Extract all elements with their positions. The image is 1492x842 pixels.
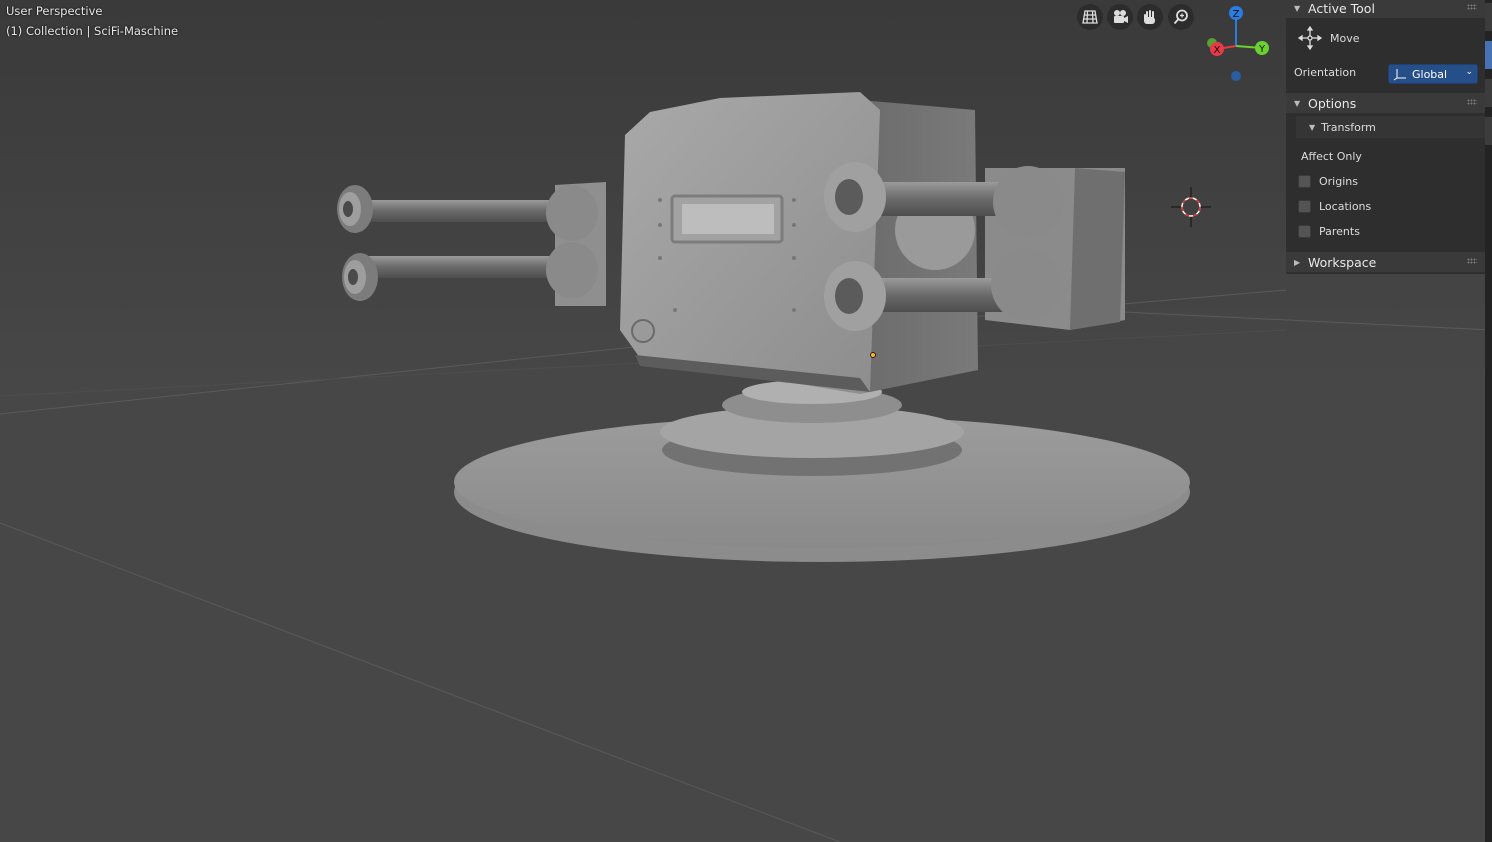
hand-icon	[1144, 10, 1155, 24]
parents-checkbox[interactable]	[1298, 225, 1311, 238]
parents-label: Parents	[1319, 225, 1360, 238]
camera-icon	[1114, 10, 1128, 23]
drag-grip-icon[interactable]	[1467, 4, 1477, 10]
drag-grip-icon[interactable]	[1467, 258, 1477, 264]
options-header[interactable]: ▼ Options	[1286, 93, 1485, 113]
scene-render	[0, 92, 1492, 842]
object-origin	[870, 352, 876, 358]
collapsed-triangle-icon: ▶	[1294, 257, 1301, 267]
expand-triangle-icon: ▼	[1294, 98, 1301, 108]
gizmo-x-axis[interactable]: X	[1210, 42, 1224, 56]
turret-base	[454, 380, 1190, 562]
zoom-view-button[interactable]	[1168, 4, 1194, 30]
origins-checkbox-row[interactable]: Origins	[1298, 175, 1358, 188]
origins-label: Origins	[1319, 175, 1358, 188]
parents-checkbox-row[interactable]: Parents	[1298, 225, 1360, 238]
sidebar-panel: ▼ Active Tool Move Orientation Global ⌄ …	[1286, 0, 1485, 274]
origins-checkbox[interactable]	[1298, 175, 1311, 188]
collection-info: (1) Collection | SciFi-Maschine	[6, 24, 179, 38]
active-tool-title: Active Tool	[1308, 0, 1375, 16]
active-tool-header[interactable]: ▼ Active Tool	[1286, 0, 1485, 18]
orientation-dropdown[interactable]: Global ⌄	[1388, 64, 1478, 84]
chevron-down-icon: ⌄	[1465, 67, 1473, 77]
navigation-gizmo[interactable]: Z Y X	[1198, 2, 1278, 84]
tab-create[interactable]	[1485, 116, 1492, 145]
tab-item[interactable]	[1485, 2, 1492, 31]
svg-text:Z: Z	[1233, 9, 1240, 20]
gizmo-y-axis[interactable]: Y	[1255, 41, 1269, 55]
grid-icon	[1082, 10, 1098, 24]
orientation-label: Orientation	[1294, 66, 1357, 79]
workspace-title: Workspace	[1308, 254, 1377, 270]
locations-checkbox[interactable]	[1298, 200, 1311, 213]
move-icon	[1298, 26, 1322, 50]
transform-title: Transform	[1321, 120, 1376, 134]
locations-label: Locations	[1319, 200, 1372, 213]
magnifier-icon	[1173, 9, 1188, 25]
move-tool-label: Move	[1330, 31, 1360, 45]
move-tool-row[interactable]: Move	[1298, 26, 1360, 50]
locations-checkbox-row[interactable]: Locations	[1298, 200, 1371, 213]
svg-text:Y: Y	[1258, 44, 1266, 55]
pan-view-button[interactable]	[1137, 4, 1163, 30]
toggle-perspective-button[interactable]	[1077, 4, 1103, 30]
3d-viewport[interactable]: User Perspective (1) Collection | SciFi-…	[0, 0, 1492, 842]
transform-subheader[interactable]: ▼ Transform	[1296, 116, 1485, 138]
expand-triangle-icon: ▼	[1294, 3, 1301, 13]
gizmo-z-axis[interactable]: Z	[1229, 6, 1243, 20]
affect-only-label: Affect Only	[1301, 150, 1362, 163]
tab-tool[interactable]	[1485, 40, 1492, 69]
options-title: Options	[1308, 95, 1357, 111]
orientation-value: Global	[1412, 67, 1448, 81]
workspace-header[interactable]: ▶ Workspace	[1286, 252, 1485, 272]
3d-cursor-icon	[1171, 187, 1211, 227]
view-name: User Perspective	[6, 4, 103, 18]
drag-grip-icon[interactable]	[1467, 99, 1477, 105]
camera-view-button[interactable]	[1107, 4, 1133, 30]
orientation-axes-icon	[1393, 69, 1406, 81]
sidebar-tab-strip	[1485, 0, 1492, 842]
svg-text:X: X	[1214, 45, 1221, 56]
expand-triangle-icon: ▼	[1309, 122, 1316, 132]
tab-view[interactable]	[1485, 78, 1492, 107]
